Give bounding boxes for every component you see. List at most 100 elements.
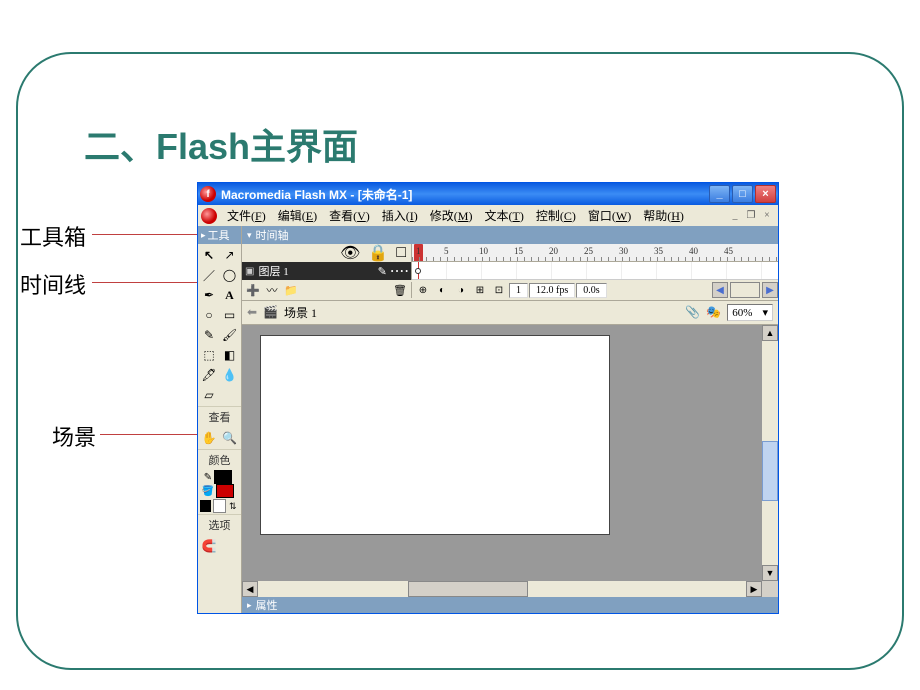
doc-close[interactable]: ×	[760, 209, 774, 223]
layer-column-header: 👁 🔒 □	[242, 244, 412, 262]
doc-minimize[interactable]: _	[728, 209, 742, 223]
menu-edit[interactable]: 编辑(E)	[272, 205, 323, 226]
magnet-option[interactable]: 🧲	[199, 536, 219, 556]
colors-section-label: 颜色	[198, 449, 241, 470]
fill-swatch[interactable]	[216, 484, 234, 498]
edit-multiple-icon[interactable]: ⊞	[471, 282, 489, 298]
window-title: Macromedia Flash MX - [未命名-1]	[221, 186, 709, 203]
menu-view[interactable]: 查看(V)	[323, 205, 376, 226]
lock-icon[interactable]: 🔒	[368, 243, 388, 263]
transform-tool[interactable]: ⬚	[199, 345, 219, 365]
stroke-color[interactable]: ✎	[198, 470, 238, 484]
scroll-right[interactable]: ▶	[762, 282, 778, 298]
eye-icon[interactable]: 👁	[340, 243, 360, 263]
hand-tool[interactable]: ✋	[199, 428, 219, 448]
scene-back-button[interactable]: ⬅	[247, 305, 257, 320]
subselect-tool[interactable]: ↗	[220, 245, 240, 265]
zoom-value: 60%	[732, 307, 752, 319]
horizontal-scrollbar[interactable]: ◀ ▶	[242, 581, 778, 597]
stroke-swatch[interactable]	[214, 470, 232, 484]
stage-area: ▲ ▼	[242, 325, 778, 581]
fill-transform-tool[interactable]: ◧	[220, 345, 240, 365]
frame-rate: 12.0 fps	[529, 283, 575, 298]
vertical-scrollbar[interactable]: ▲ ▼	[762, 325, 778, 581]
default-colors[interactable]	[199, 499, 212, 513]
eyedrop-tool[interactable]: 💧	[220, 365, 240, 385]
options-section-label: 选项	[198, 514, 241, 535]
menu-app-icon[interactable]	[201, 208, 217, 224]
layer-row[interactable]: ▣ 图层 1 ✎ • • • •	[242, 262, 412, 280]
layer-frames[interactable]	[412, 262, 778, 280]
line-tool[interactable]: ／	[199, 265, 219, 285]
close-button[interactable]: ×	[755, 185, 776, 203]
scroll-up[interactable]: ▲	[762, 325, 778, 341]
menu-text[interactable]: 文本(T)	[478, 205, 529, 226]
delete-layer-button[interactable]: 🗑	[392, 282, 408, 298]
oval-tool[interactable]: ○	[199, 305, 219, 325]
menu-file[interactable]: 文件(F)	[221, 205, 272, 226]
modify-markers-icon[interactable]: ⊡	[490, 282, 508, 298]
scene-icon: 🎬	[263, 305, 278, 320]
tick: 40	[689, 246, 698, 256]
tools-header[interactable]: 工具	[198, 226, 241, 244]
add-guide-button[interactable]: 〰	[264, 282, 280, 298]
label-timeline: 时间线	[20, 268, 86, 300]
ink-tool[interactable]: 🖋	[199, 365, 219, 385]
tick: 1	[416, 246, 421, 256]
text-tool[interactable]: A	[220, 285, 240, 305]
center-frame-icon[interactable]: ⊕	[414, 282, 432, 298]
menu-help[interactable]: 帮助(H)	[637, 205, 690, 226]
hscroll-track[interactable]	[258, 581, 746, 597]
pencil-icon: ✎	[204, 472, 212, 483]
onion-outline-icon[interactable]: ◑	[452, 282, 470, 298]
eraser-tool[interactable]: ▱	[199, 385, 219, 405]
fill-color[interactable]: 🪣	[198, 484, 238, 498]
no-color[interactable]	[213, 499, 226, 513]
pen-tool[interactable]: ✒	[199, 285, 219, 305]
zoom-tool[interactable]: 🔍	[220, 428, 240, 448]
smooth-option[interactable]	[220, 536, 240, 556]
swap-colors[interactable]: ⇅	[226, 499, 239, 513]
layer-name: 图层 1	[258, 263, 288, 279]
bucket-icon: 🪣	[202, 486, 214, 497]
vscroll-thumb[interactable]	[762, 441, 778, 501]
tick: 5	[444, 246, 449, 256]
brush-tool[interactable]: 🖌	[220, 325, 240, 345]
add-layer-button[interactable]: ➕	[245, 282, 261, 298]
hscroll-thumb[interactable]	[408, 581, 528, 597]
onion-skin-icon[interactable]: ◐	[433, 282, 451, 298]
arrow-tool[interactable]: ↖	[199, 245, 219, 265]
maximize-button[interactable]: □	[732, 185, 753, 203]
stage-canvas[interactable]	[260, 335, 610, 535]
scene-name[interactable]: 场景 1	[284, 304, 317, 321]
vscroll-track[interactable]	[762, 341, 778, 565]
menu-modify[interactable]: 修改(M)	[424, 205, 479, 226]
connector-toolbox	[92, 234, 212, 235]
properties-header[interactable]: 属性	[242, 597, 778, 613]
hscroll-left[interactable]: ◀	[242, 581, 258, 597]
scroll-down[interactable]: ▼	[762, 565, 778, 581]
menu-control[interactable]: 控制(C)	[530, 205, 582, 226]
doc-restore[interactable]: ❐	[744, 209, 758, 223]
menu-insert[interactable]: 插入(I)	[376, 205, 424, 226]
lasso-tool[interactable]: ◯	[220, 265, 240, 285]
pencil-tool[interactable]: ✎	[199, 325, 219, 345]
hscroll-right[interactable]: ▶	[746, 581, 762, 597]
scroll-track[interactable]	[730, 282, 760, 298]
timeline-ruler[interactable]: 1 5 10 15 20 25 30 35 40 45	[412, 244, 778, 262]
edit-symbol-button[interactable]: 📎	[685, 305, 700, 320]
hscroll-corner	[762, 581, 778, 597]
title-bar[interactable]: f Macromedia Flash MX - [未命名-1] _ □ ×	[198, 183, 778, 205]
keyframe[interactable]	[415, 268, 421, 274]
menu-window[interactable]: 窗口(W)	[582, 205, 637, 226]
outline-icon[interactable]: □	[396, 244, 406, 262]
zoom-combo[interactable]: 60% ▾	[727, 304, 773, 321]
add-folder-button[interactable]: 📁	[283, 282, 299, 298]
tick: 10	[479, 246, 488, 256]
timeline-header[interactable]: 时间轴	[242, 226, 778, 244]
edit-scene-button[interactable]: 🎭	[706, 305, 721, 320]
app-icon: f	[200, 186, 216, 202]
minimize-button[interactable]: _	[709, 185, 730, 203]
scroll-left[interactable]: ◀	[712, 282, 728, 298]
rect-tool[interactable]: ▭	[220, 305, 240, 325]
